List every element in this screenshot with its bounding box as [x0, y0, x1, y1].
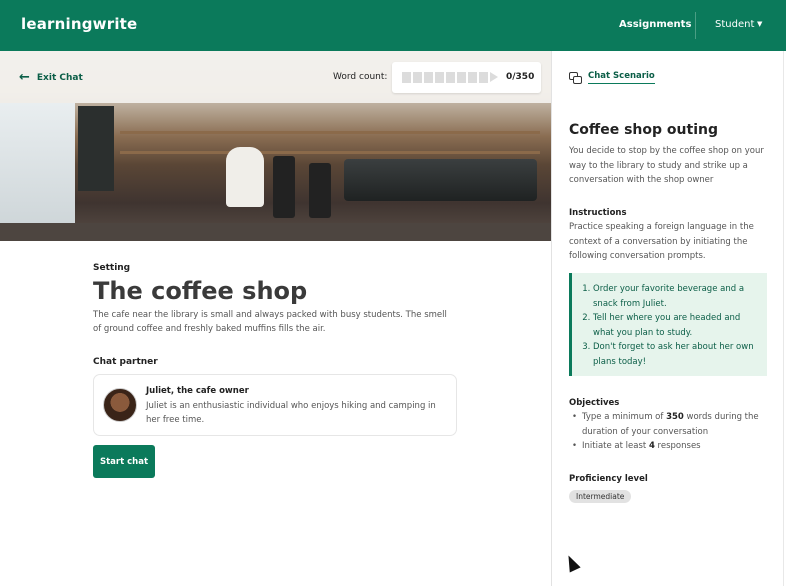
mouse-cursor-icon [563, 552, 581, 573]
instructions-text: Practice speaking a foreign language in … [569, 222, 754, 261]
progress-segment [424, 72, 433, 83]
exit-chat-label: Exit Chat [36, 72, 83, 83]
chat-toolbar: ← Exit Chat Word count: 0/350 [0, 51, 551, 103]
progress-segment [479, 72, 488, 83]
app-logo[interactable]: learningwrite [21, 15, 137, 33]
caret-down-icon[interactable]: ▼ [757, 20, 762, 28]
nav-assignments-link[interactable]: Assignments [619, 19, 691, 30]
prompt-item: Tell her where you are headed and what y… [593, 311, 762, 340]
objective-item: Initiate at least 4 responses [572, 439, 772, 454]
hero-grinder [309, 163, 331, 218]
partner-avatar [103, 388, 137, 422]
progress-segment [435, 72, 444, 83]
hero-window [0, 103, 75, 241]
progress-segment [468, 72, 477, 83]
word-count-value: 0/350 [506, 72, 535, 82]
proficiency-badge: Intermediate [569, 490, 632, 503]
student-menu[interactable]: Student [715, 19, 754, 30]
progress-segment [402, 72, 411, 83]
scenario-title: Coffee shop outing [569, 122, 718, 138]
sidebar-edge [783, 51, 784, 586]
top-navigation-bar: learningwrite Assignments Student ▼ [0, 0, 786, 51]
progress-segment [457, 72, 466, 83]
progress-arrow-icon [490, 72, 498, 82]
hero-menu-board [78, 106, 114, 191]
chat-scenario-tab[interactable]: Chat Scenario [569, 71, 655, 84]
chat-partner-card: Juliet, the cafe owner Juliet is an enth… [93, 374, 457, 436]
setting-label: Setting [93, 263, 131, 273]
partner-name: Juliet, the cafe owner [146, 386, 249, 396]
word-count-label: Word count: [333, 72, 388, 82]
progress-segment [413, 72, 422, 83]
setting-title: The coffee shop [93, 277, 308, 305]
word-count-progress-bar [402, 72, 498, 83]
sidebar-divider [551, 51, 552, 586]
nav-divider [695, 12, 696, 39]
chat-bubbles-icon [569, 71, 582, 84]
hero-shelf [120, 131, 540, 134]
objectives-label: Objectives [569, 398, 620, 408]
hero-barista [226, 147, 264, 207]
hero-counter [0, 223, 551, 241]
arrow-left-icon: ← [19, 70, 30, 85]
objectives-list: Type a minimum of 350 words during the d… [572, 410, 772, 454]
exit-chat-button[interactable]: ← Exit Chat [19, 71, 83, 84]
proficiency-label: Proficiency level [569, 474, 648, 484]
prompt-item: Don't forget to ask her about her own pl… [593, 340, 762, 369]
conversation-prompts: Order your favorite beverage and a snack… [569, 273, 767, 376]
objective-item: Type a minimum of 350 words during the d… [572, 410, 772, 439]
scenario-description: You decide to stop by the coffee shop on… [569, 146, 764, 185]
prompt-item: Order your favorite beverage and a snack… [593, 282, 762, 311]
word-count-meter: 0/350 [392, 62, 541, 93]
chat-partner-label: Chat partner [93, 357, 158, 367]
instructions-label: Instructions [569, 208, 627, 218]
hero-shelf [120, 151, 540, 154]
chat-scenario-label: Chat Scenario [588, 71, 655, 84]
coffee-shop-hero-image: ← Exit Chat Word count: 0/350 [0, 51, 551, 241]
hero-grinder [273, 156, 295, 218]
partner-description: Juliet is an enthusiastic individual who… [146, 401, 436, 425]
start-chat-button[interactable]: Start chat [93, 445, 155, 478]
hero-espresso-machine [344, 159, 537, 201]
progress-segment [446, 72, 455, 83]
setting-description: The cafe near the library is small and a… [93, 310, 447, 334]
